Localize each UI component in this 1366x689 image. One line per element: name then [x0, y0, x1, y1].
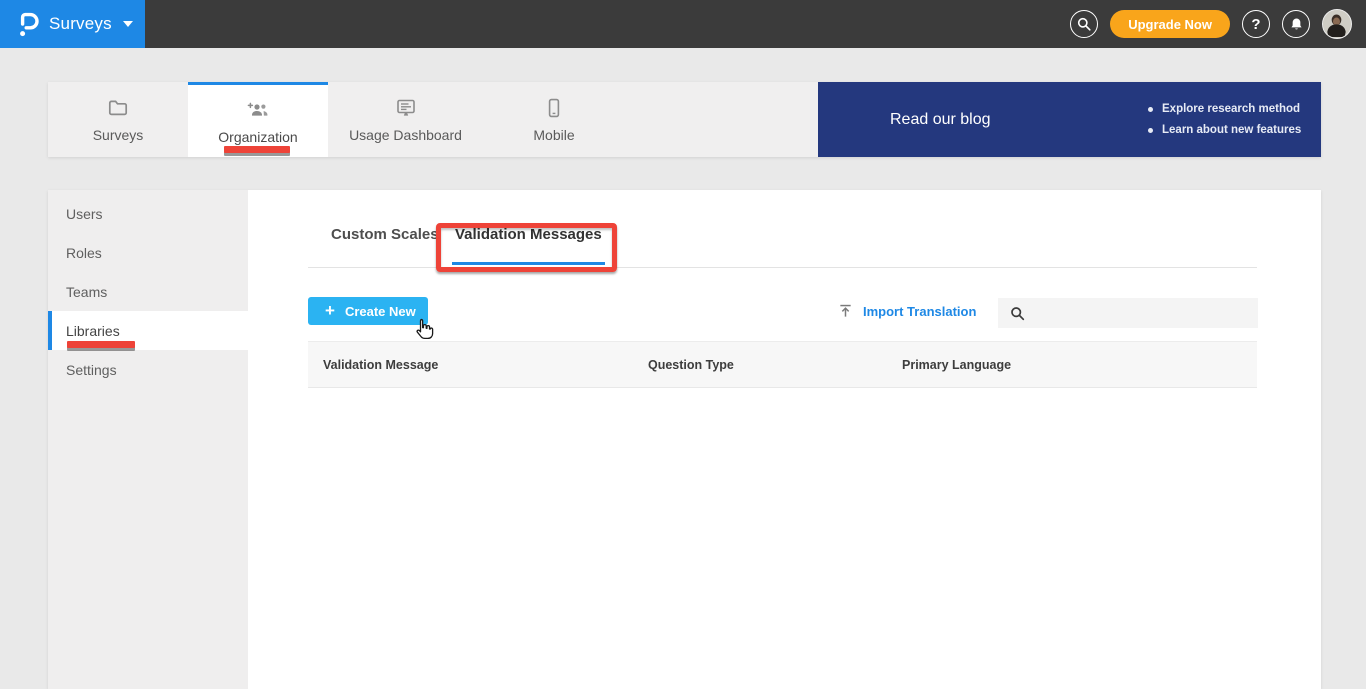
mobile-icon: [542, 96, 566, 120]
notifications-button[interactable]: [1282, 10, 1310, 38]
column-header-validation-message: Validation Message: [323, 357, 439, 372]
nav-tab-label: Mobile: [533, 127, 575, 143]
create-new-label: Create New: [344, 303, 416, 319]
import-translation-button[interactable]: Import Translation: [838, 297, 976, 325]
table-header-row: Validation Message Question Type Primary…: [308, 341, 1257, 388]
product-name: Surveys: [49, 14, 112, 33]
help-button[interactable]: ?: [1242, 10, 1270, 38]
tab-custom-scales[interactable]: Custom Scales: [331, 226, 439, 262]
libraries-content: Custom Scales Validation Messages + Crea…: [248, 190, 1321, 689]
nav-tab-mobile[interactable]: Mobile: [483, 82, 625, 157]
blog-bullet: Explore research method: [1148, 99, 1301, 120]
sidebar-item-label: Settings: [66, 361, 117, 378]
upgrade-now-button[interactable]: Upgrade Now: [1110, 10, 1230, 38]
user-photo-icon: [1323, 10, 1351, 37]
sidebar-item-label: Roles: [66, 244, 102, 261]
search-button[interactable]: [1070, 10, 1099, 38]
settings-sidebar: Users Roles Teams Libraries Settings: [48, 190, 248, 689]
folder-icon: [106, 96, 130, 120]
sidebar-item-teams[interactable]: Teams: [48, 272, 248, 311]
sidebar-item-roles[interactable]: Roles: [48, 233, 248, 272]
tab-label: Custom Scales: [331, 226, 439, 243]
tabs-divider: [308, 267, 1257, 268]
active-tab-indicator: [452, 262, 605, 265]
plus-icon: +: [325, 301, 335, 320]
search-icon: [1077, 17, 1091, 31]
sidebar-item-settings[interactable]: Settings: [48, 350, 248, 389]
sidebar-item-users[interactable]: Users: [48, 194, 248, 233]
bell-icon: [1289, 17, 1304, 32]
questionpro-logo-icon: [18, 11, 40, 38]
dashboard-icon: [394, 96, 418, 120]
blog-bullet: Learn about new features: [1148, 120, 1301, 141]
column-header-primary-language: Primary Language: [902, 357, 1012, 372]
nav-tab-usage-dashboard[interactable]: Usage Dashboard: [328, 82, 483, 157]
nav-tab-organization[interactable]: Organization: [188, 82, 328, 157]
group-add-icon: [245, 98, 271, 122]
nav-tab-label: Organization: [218, 128, 298, 145]
primary-nav: Surveys Organization Usage Dashboard Mob…: [48, 82, 1321, 157]
sidebar-item-libraries[interactable]: Libraries: [48, 311, 248, 350]
main-panel: Users Roles Teams Libraries Settings Cus…: [48, 190, 1321, 689]
tab-label: Validation Messages: [455, 226, 602, 243]
avatar[interactable]: [1322, 9, 1352, 39]
topbar: Surveys Upgrade Now ?: [0, 0, 1366, 48]
annotation-underline: [224, 146, 290, 153]
search-input[interactable]: [1033, 298, 1258, 328]
import-translation-label: Import Translation: [863, 303, 977, 319]
upload-icon: [838, 303, 853, 319]
topbar-actions: Upgrade Now ?: [1070, 9, 1366, 39]
question-mark-icon: ?: [1251, 15, 1261, 33]
annotation-underline: [67, 341, 135, 348]
blog-banner-bullets: Explore research method Learn about new …: [1148, 99, 1301, 141]
nav-tabs: Surveys Organization Usage Dashboard Mob…: [48, 82, 625, 157]
sidebar-item-label: Teams: [66, 283, 108, 300]
nav-tab-label: Usage Dashboard: [349, 127, 462, 143]
product-switcher[interactable]: Surveys: [0, 0, 145, 48]
tab-validation-messages[interactable]: Validation Messages: [455, 226, 602, 262]
chevron-down-icon: [122, 21, 133, 27]
sidebar-item-label: Libraries: [66, 322, 120, 339]
blog-banner-title[interactable]: Read our blog: [890, 82, 991, 157]
table-search: [998, 298, 1258, 328]
search-icon: [1010, 306, 1025, 321]
blog-banner: Read our blog Explore research method Le…: [818, 82, 1321, 157]
app-window: Surveys Upgrade Now ? Surveys Organizati…: [0, 0, 1366, 689]
create-new-button[interactable]: + Create New: [308, 297, 428, 325]
nav-tab-surveys[interactable]: Surveys: [48, 82, 188, 157]
column-header-question-type: Question Type: [648, 357, 734, 372]
nav-tab-label: Surveys: [92, 127, 144, 143]
sidebar-item-label: Users: [66, 205, 103, 222]
